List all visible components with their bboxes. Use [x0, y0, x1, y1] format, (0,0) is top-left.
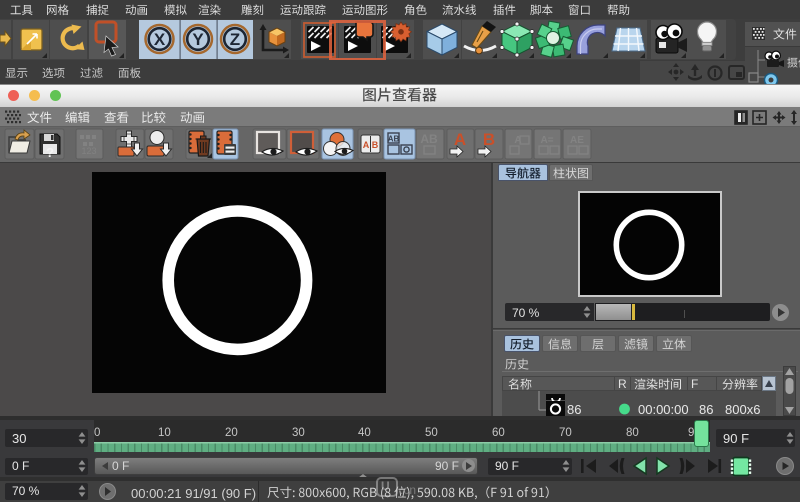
svg-text:AB: AB — [388, 135, 400, 144]
svg-text:Z: Z — [230, 30, 240, 49]
svg-text:?: ? — [46, 145, 54, 160]
svg-text:X: X — [154, 30, 166, 49]
svg-text:Y: Y — [192, 30, 204, 49]
svg-text:AB: AB — [420, 132, 438, 146]
svg-text:A: A — [454, 130, 466, 149]
svg-text:123: 123 — [81, 146, 96, 156]
svg-text:B: B — [372, 140, 379, 150]
svg-text:AE: AE — [570, 135, 584, 146]
svg-text:A: A — [363, 140, 370, 150]
svg-text:A=: A= — [540, 135, 553, 146]
